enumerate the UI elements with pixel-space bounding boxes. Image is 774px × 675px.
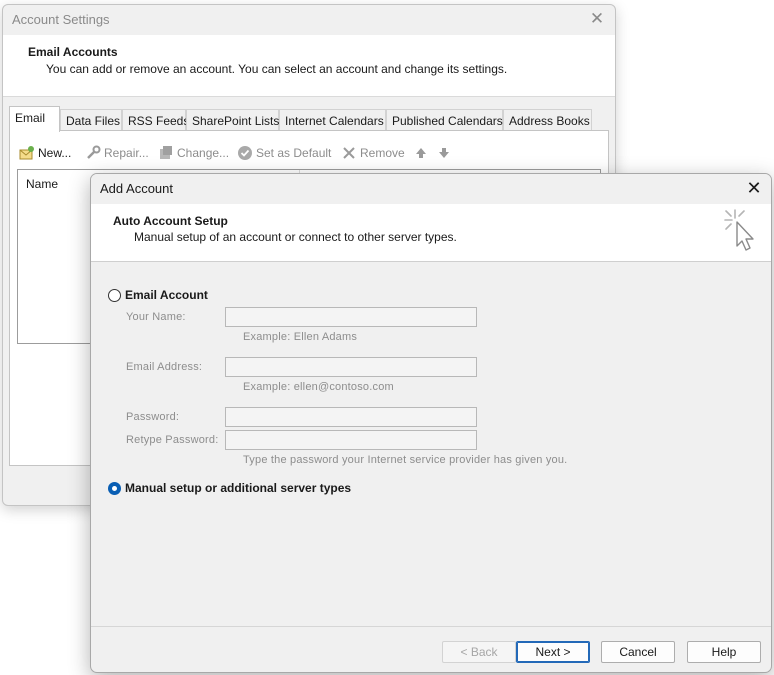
- tab-data-files[interactable]: Data Files: [60, 109, 122, 131]
- email-account-radio-label: Email Account: [125, 288, 208, 302]
- email-account-radio[interactable]: Email Account: [108, 288, 208, 302]
- change-icon: [158, 145, 174, 161]
- auto-setup-wizard-icon: [721, 208, 761, 258]
- change-label: Change...: [177, 146, 230, 160]
- tab-sharepoint-lists[interactable]: SharePoint Lists: [186, 109, 279, 131]
- new-account-label: New...: [38, 146, 72, 160]
- your-name-hint: Example: Ellen Adams: [243, 331, 358, 343]
- remove-label: Remove: [360, 146, 405, 160]
- repair-button[interactable]: Repair...: [85, 143, 149, 163]
- account-settings-header: Email Accounts You can add or remove an …: [3, 35, 615, 97]
- set-default-label: Set as Default: [256, 146, 332, 160]
- auto-account-setup-description: Manual setup of an account or connect to…: [134, 230, 457, 244]
- add-account-titlebar: Add Account ✕: [91, 174, 771, 204]
- help-button[interactable]: Help: [687, 641, 761, 663]
- move-up-button[interactable]: [413, 143, 429, 163]
- your-name-label: Your Name:: [126, 311, 186, 323]
- manual-setup-radio[interactable]: Manual setup or additional server types: [108, 481, 351, 495]
- email-account-radio-circle[interactable]: [108, 288, 121, 302]
- set-default-button[interactable]: Set as Default: [237, 143, 331, 163]
- repair-icon: [85, 145, 101, 161]
- email-accounts-description: You can add or remove an account. You ca…: [46, 62, 508, 76]
- email-address-input[interactable]: [225, 357, 477, 377]
- account-settings-close-icon[interactable]: ✕: [586, 8, 608, 30]
- next-button[interactable]: Next >: [516, 641, 590, 663]
- remove-icon: [341, 145, 357, 161]
- account-settings-tabs: Email Data Files RSS Feeds SharePoint Li…: [9, 106, 609, 132]
- tab-email[interactable]: Email: [9, 106, 60, 132]
- account-settings-titlebar: Account Settings ✕: [3, 5, 615, 35]
- your-name-input[interactable]: [225, 307, 477, 327]
- new-account-icon: [19, 145, 35, 161]
- password-input[interactable]: [225, 407, 477, 427]
- back-button[interactable]: < Back: [442, 641, 516, 663]
- tab-rss-feeds[interactable]: RSS Feeds: [122, 109, 189, 131]
- tab-internet-calendars[interactable]: Internet Calendars: [279, 109, 386, 131]
- password-hint: Type the password your Internet service …: [243, 454, 568, 466]
- add-account-dialog: Add Account ✕ Auto Account Setup Manual …: [90, 173, 772, 673]
- new-account-button[interactable]: New...: [19, 143, 71, 163]
- manual-setup-radio-label: Manual setup or additional server types: [125, 481, 352, 495]
- retype-password-input[interactable]: [225, 430, 477, 450]
- email-address-hint: Example: ellen@contoso.com: [243, 381, 394, 393]
- auto-account-setup-heading: Auto Account Setup: [113, 214, 228, 228]
- auto-account-setup-header: Auto Account Setup Manual setup of an ac…: [91, 204, 771, 262]
- email-accounts-toolbar: New... Repair... Change... Set as Defaul…: [15, 143, 615, 163]
- move-up-icon: [413, 145, 429, 161]
- set-default-icon: [237, 145, 253, 161]
- close-icon[interactable]: ✕: [743, 177, 765, 199]
- cancel-button[interactable]: Cancel: [601, 641, 675, 663]
- tab-published-calendars[interactable]: Published Calendars: [386, 109, 503, 131]
- footer-divider: [91, 626, 771, 627]
- add-account-title: Add Account: [100, 181, 173, 196]
- repair-label: Repair...: [104, 146, 149, 160]
- list-column-name[interactable]: Name: [26, 177, 58, 191]
- email-address-label: Email Address:: [126, 361, 203, 373]
- retype-password-label: Retype Password:: [126, 434, 219, 446]
- move-down-button[interactable]: [436, 143, 452, 163]
- manual-setup-radio-circle[interactable]: [108, 481, 121, 495]
- change-button[interactable]: Change...: [158, 143, 229, 163]
- password-label: Password:: [126, 411, 180, 423]
- account-settings-title: Account Settings: [12, 12, 110, 27]
- remove-button[interactable]: Remove: [341, 143, 405, 163]
- tab-address-books[interactable]: Address Books: [503, 109, 592, 131]
- move-down-icon: [436, 145, 452, 161]
- email-accounts-heading: Email Accounts: [28, 45, 118, 59]
